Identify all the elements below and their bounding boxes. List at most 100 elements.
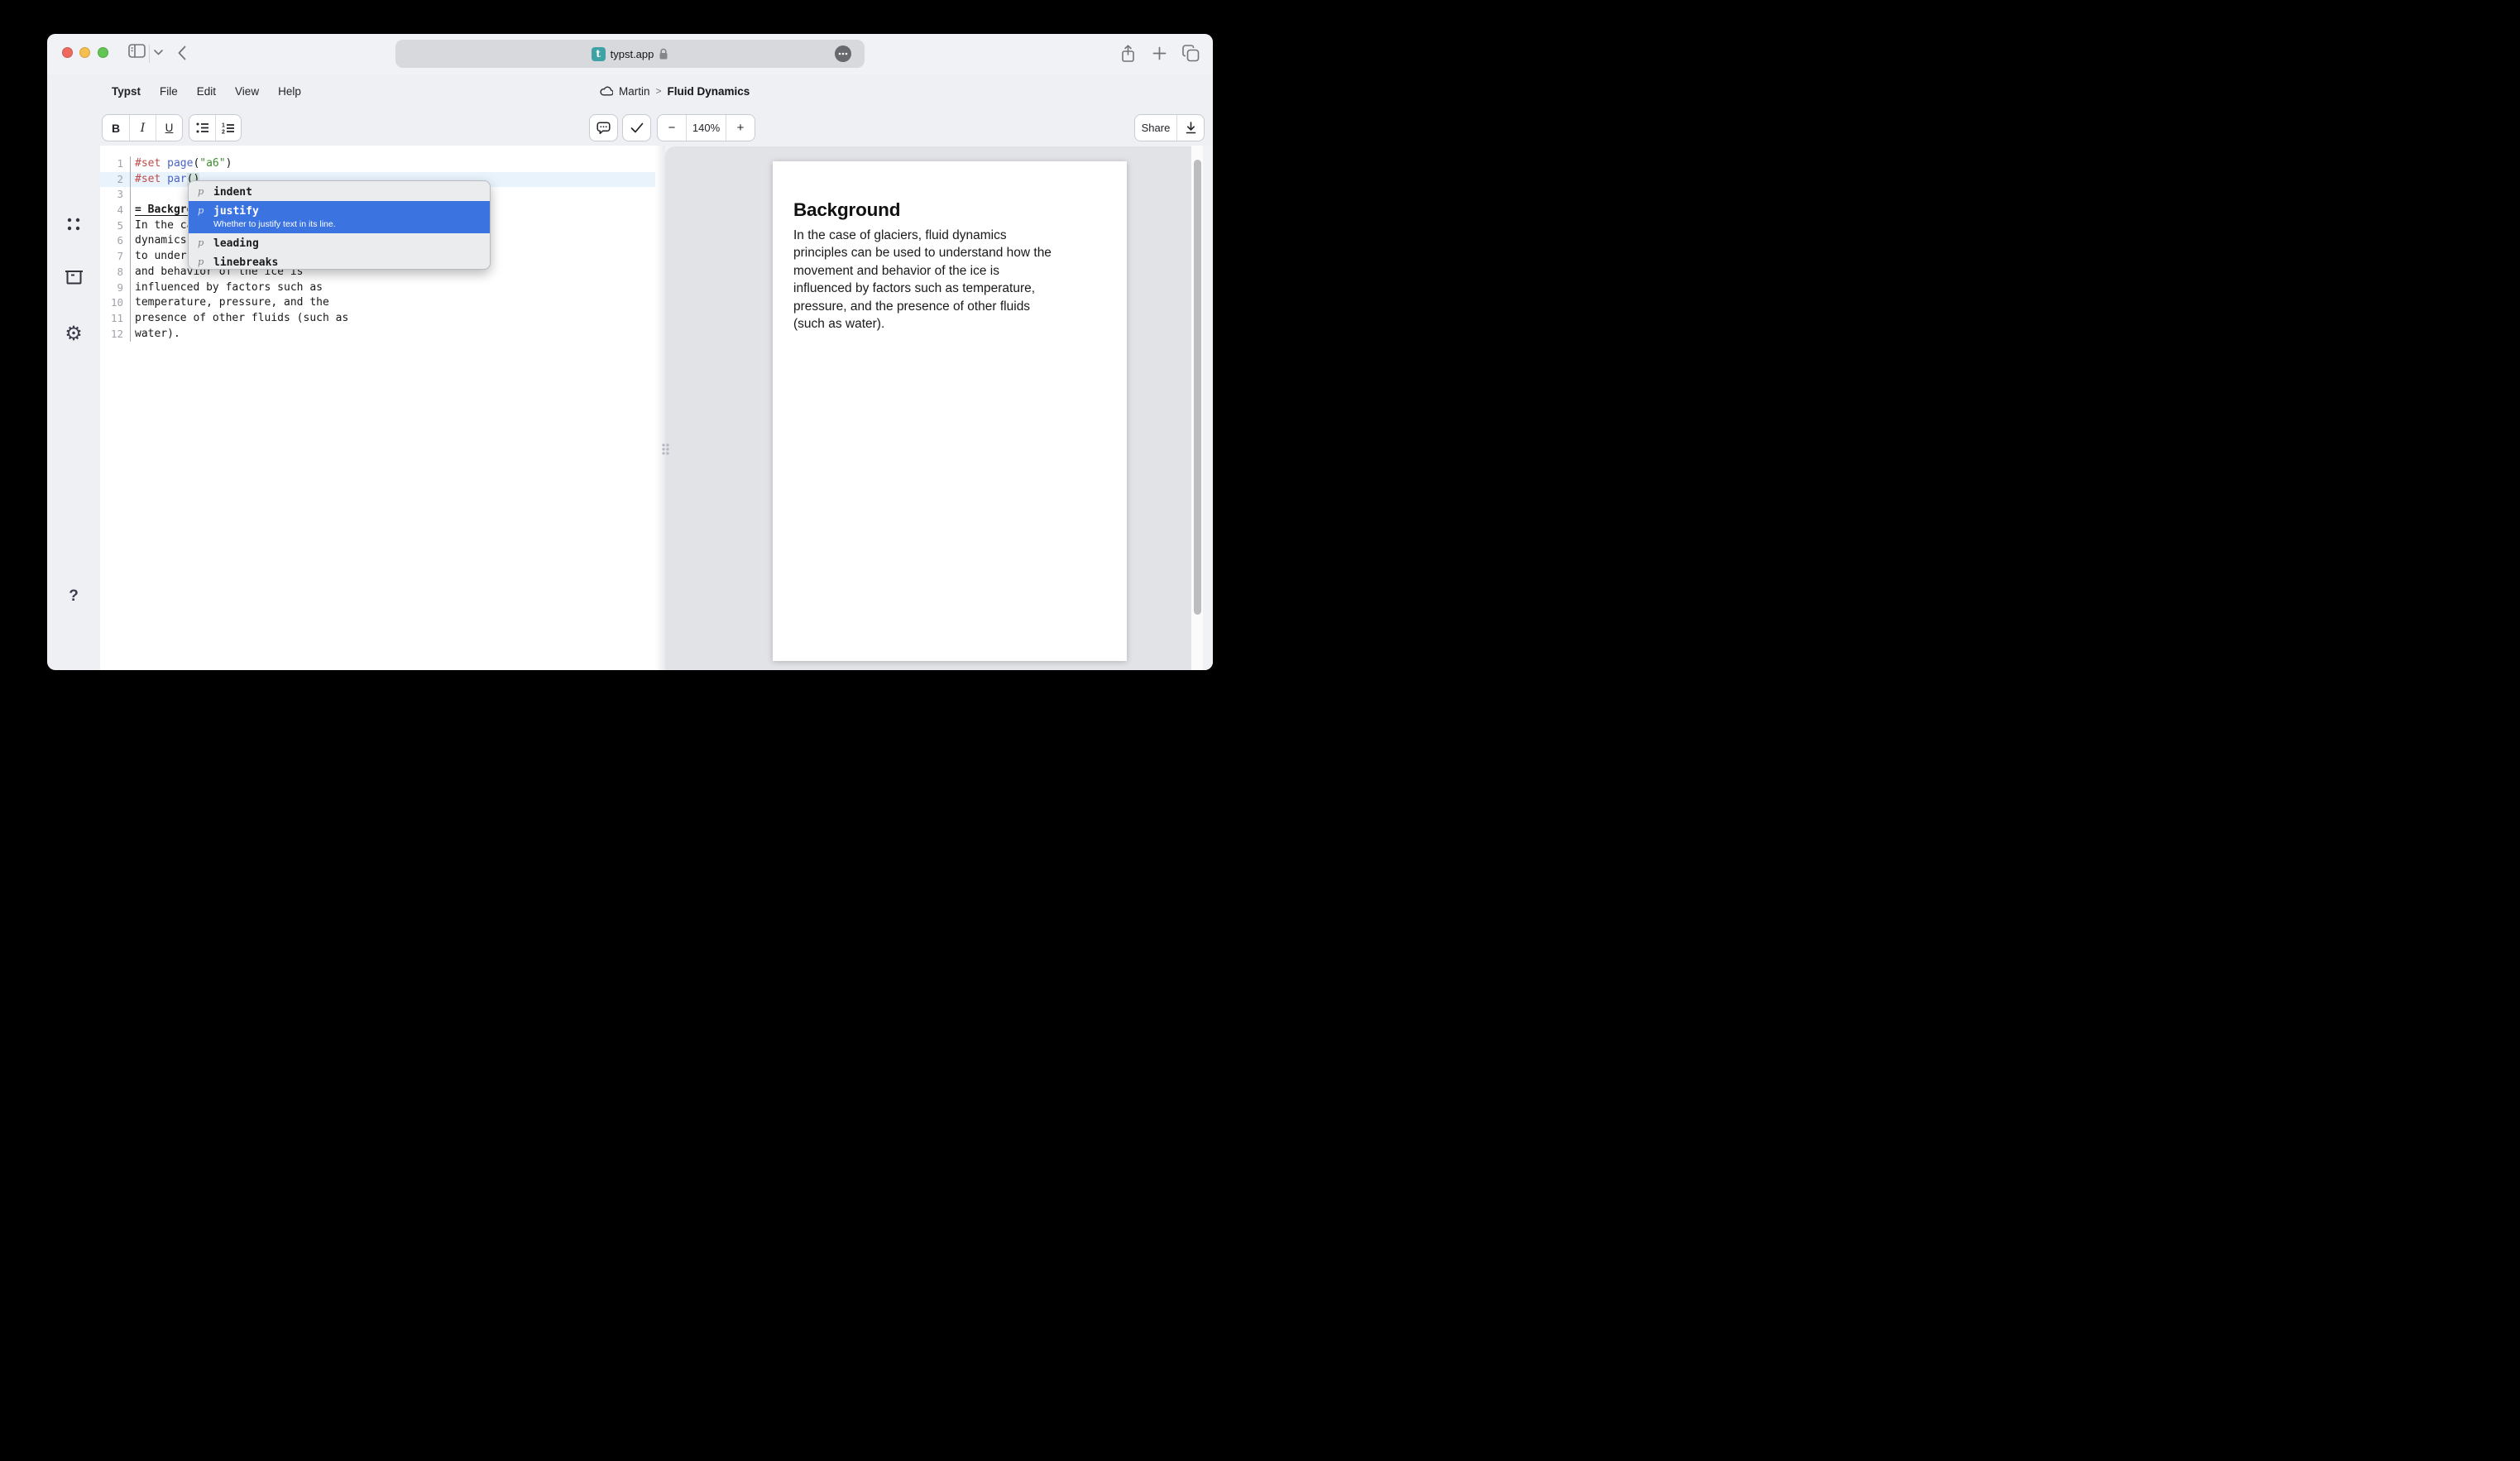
page-body-line: (such as water).	[793, 315, 1107, 333]
bold-button[interactable]: B	[103, 115, 129, 141]
apps-grid-icon[interactable]	[47, 216, 100, 232]
menu-item-view[interactable]: View	[235, 85, 259, 98]
line-number: 8	[100, 265, 130, 280]
autocomplete-item-justify[interactable]: p justifyWhether to justify text in its l…	[189, 201, 490, 233]
autocomplete-item-leading[interactable]: pleading	[189, 233, 490, 252]
bullet-list-button[interactable]	[189, 115, 215, 141]
lock-icon	[659, 48, 668, 60]
app-menu-bar: Typst File Edit View Help	[112, 74, 301, 108]
cloud-sync-icon	[600, 86, 613, 96]
code-line[interactable]: water).	[131, 327, 655, 342]
gutter: 123456789101112	[100, 156, 131, 342]
breadcrumb-document-title[interactable]: Fluid Dynamics	[668, 85, 750, 98]
autocomplete-item-label: linebreaks	[213, 256, 278, 269]
autocomplete-item-linebreaks[interactable]: p linebreaks	[189, 252, 490, 270]
numbered-list-icon: 1 2	[222, 122, 235, 134]
list-button-group: 1 2	[189, 114, 242, 141]
menu-item-file[interactable]: File	[160, 85, 178, 98]
site-favicon: t	[592, 47, 606, 61]
menu-item-help[interactable]: Help	[278, 85, 301, 98]
page-body-line: influenced by factors such as temperatur…	[793, 280, 1107, 297]
app-header: Typst File Edit View Help Martin > Fluid Dyn…	[47, 74, 1213, 108]
close-window-button[interactable]	[62, 47, 73, 58]
page-body-line: principles can be used to understand how…	[793, 244, 1107, 261]
parameter-prefix: p	[198, 233, 204, 252]
menu-item-edit[interactable]: Edit	[197, 85, 216, 98]
zoom-level[interactable]: 140%	[686, 115, 726, 141]
code-line[interactable]: presence of other fluids (such as	[131, 311, 655, 327]
code-line[interactable]: temperature, pressure, and the	[131, 295, 655, 311]
line-number: 12	[100, 327, 130, 342]
splitter-handle-icon[interactable]	[662, 443, 669, 455]
line-number: 4	[100, 203, 130, 218]
comment-button-group	[589, 114, 618, 141]
preview-scrollbar-thumb[interactable]	[1194, 160, 1201, 615]
checkmark-icon	[630, 122, 644, 133]
rendered-page: Background In the case of glaciers, flui…	[773, 161, 1127, 661]
templates-box-icon[interactable]	[47, 270, 100, 285]
app-sidebar: ⚙ ? typst	[47, 146, 100, 670]
preview-scrollbar-track[interactable]	[1191, 146, 1203, 670]
zoom-window-button[interactable]	[98, 47, 108, 58]
back-button[interactable]	[178, 46, 186, 60]
italic-button[interactable]: I	[129, 115, 156, 141]
line-number: 10	[100, 295, 130, 311]
url-text: typst.app	[611, 48, 654, 60]
code-line[interactable]: #set page("a6")	[131, 156, 655, 172]
zoom-control-group: − 140% +	[657, 114, 755, 141]
comment-button[interactable]	[590, 115, 617, 141]
autocomplete-item-label: indent	[213, 186, 252, 199]
line-number: 2	[100, 172, 130, 188]
sidebar-toggle-icon[interactable]	[128, 44, 146, 58]
bullet-list-icon	[196, 122, 209, 133]
autocomplete-item-description: Whether to justify text in its line.	[213, 218, 490, 230]
minimize-window-button[interactable]	[79, 47, 90, 58]
download-icon	[1185, 122, 1197, 134]
line-number: 7	[100, 249, 130, 265]
editor-toolbar: B I U 1 2	[47, 108, 1213, 146]
zoom-out-button[interactable]: −	[658, 115, 686, 141]
preview-pane: Background In the case of glaciers, flui…	[665, 146, 1191, 670]
preview-region: Background In the case of glaciers, flui…	[665, 146, 1213, 670]
browser-toolbar: t typst.app	[47, 34, 1213, 74]
chevron-down-icon[interactable]	[154, 50, 163, 55]
parameter-prefix: p	[198, 182, 204, 201]
breadcrumb-separator: >	[656, 85, 662, 97]
line-number: 9	[100, 280, 130, 296]
tab-overview-icon[interactable]	[1182, 45, 1200, 62]
check-button[interactable]	[623, 115, 650, 141]
numbered-list-button[interactable]: 1 2	[215, 115, 241, 141]
settings-gear-icon[interactable]: ⚙	[47, 324, 100, 344]
page-body-line: movement and behavior of the ice is	[793, 262, 1107, 280]
page-body-line: pressure, and the presence of other flui…	[793, 298, 1107, 315]
share-export-icon[interactable]	[1120, 45, 1136, 63]
svg-text:2: 2	[222, 129, 225, 134]
underline-button[interactable]: U	[156, 115, 182, 141]
page-settings-icon[interactable]	[835, 46, 851, 62]
breadcrumb: Martin > Fluid Dynamics	[600, 74, 750, 108]
browser-window: t typst.app	[47, 34, 1213, 670]
line-number: 3	[100, 187, 130, 203]
share-button-group: Share	[1134, 114, 1205, 141]
line-number: 5	[100, 218, 130, 234]
help-icon[interactable]: ?	[47, 587, 100, 606]
parameter-prefix: p	[198, 201, 204, 219]
menu-item-typst[interactable]: Typst	[112, 85, 141, 98]
zoom-in-button[interactable]: +	[726, 115, 755, 141]
new-tab-icon[interactable]	[1152, 46, 1167, 60]
parameter-prefix: p	[198, 252, 204, 270]
share-button[interactable]: Share	[1135, 115, 1176, 141]
line-number: 1	[100, 156, 130, 172]
comment-bubble-icon	[596, 122, 611, 135]
autocomplete-item-label: justify	[213, 205, 259, 218]
breadcrumb-owner[interactable]: Martin	[619, 85, 650, 98]
address-bar[interactable]: t typst.app	[395, 40, 865, 68]
check-button-group	[622, 114, 651, 141]
line-number: 11	[100, 311, 130, 327]
pane-splitter[interactable]	[655, 146, 665, 670]
download-button[interactable]	[1176, 115, 1204, 141]
format-button-group: B I U	[102, 114, 183, 141]
autocomplete-item-indent[interactable]: pindent	[189, 182, 490, 201]
code-line[interactable]: influenced by factors such as	[131, 280, 655, 296]
page-body: In the case of glaciers, fluid dynamicsp…	[793, 227, 1107, 333]
